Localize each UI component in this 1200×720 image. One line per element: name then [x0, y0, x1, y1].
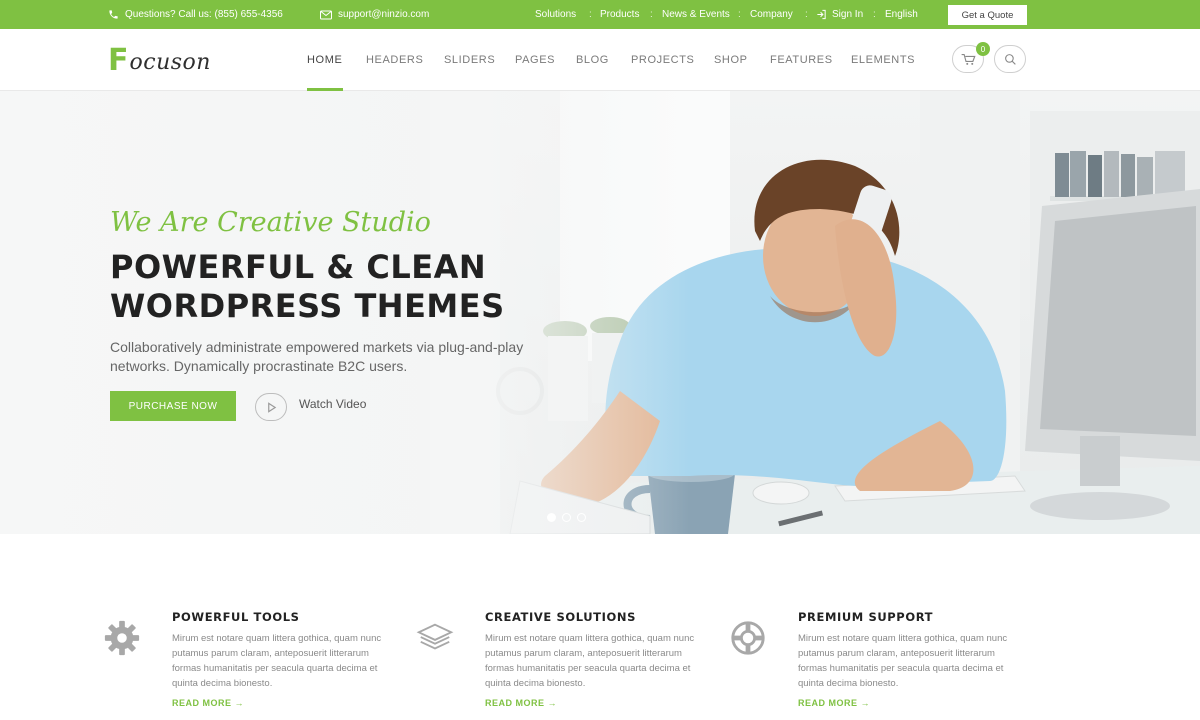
topbar-link-company[interactable]: Company [750, 0, 793, 29]
sign-in-link[interactable]: Sign In [816, 0, 863, 29]
slider-dot-1[interactable] [547, 513, 556, 522]
nav-sliders[interactable]: SLIDERS [444, 29, 495, 91]
phone-icon [109, 10, 118, 19]
top-bar: Questions? Call us: (855) 655-4356 suppo… [0, 0, 1200, 29]
nav-pages[interactable]: PAGES [515, 29, 555, 91]
read-more-label[interactable]: READ MORE [485, 698, 545, 708]
nav-features[interactable]: FEATURES [770, 29, 833, 91]
topbar-separator: : [738, 9, 741, 20]
feature-icon-wrap [102, 618, 142, 658]
main-header: F ocuson HOME HEADERS SLIDERS PAGES BLOG… [0, 29, 1200, 91]
slider-pagination [547, 513, 586, 522]
sign-in-icon [817, 9, 826, 20]
hero-title: POWERFUL & CLEAN WORDPRESS THEMES [110, 248, 530, 326]
layers-icon [416, 623, 454, 650]
topbar-separator: : [589, 9, 592, 20]
nav-shop[interactable]: SHOP [714, 29, 748, 91]
email-contact[interactable]: support@ninzio.com [320, 0, 429, 29]
read-more-label[interactable]: READ MORE [798, 698, 858, 708]
feature-text: Mirum est notare quam littera gothica, q… [172, 633, 382, 689]
play-icon [267, 401, 276, 413]
search-button[interactable] [994, 45, 1026, 73]
topbar-separator: : [873, 9, 876, 20]
slider-dot-3[interactable] [577, 513, 586, 522]
topbar-link-products[interactable]: Products [600, 0, 639, 29]
get-quote-button[interactable]: Get a Quote [948, 5, 1027, 25]
nav-projects[interactable]: PROJECTS [631, 29, 694, 91]
arrow-right-icon: → [234, 698, 245, 708]
logo-name: ocuson [129, 50, 211, 75]
language-selector[interactable]: English [885, 0, 918, 29]
logo-initial: F [108, 43, 129, 78]
hero-script-title: We Are Creative Studio [110, 207, 431, 238]
read-more-link[interactable]: READ MORE → [172, 698, 244, 708]
topbar-link-news-events[interactable]: News & Events [662, 0, 730, 29]
read-more-link[interactable]: READ MORE → [485, 698, 557, 708]
feature-icon-wrap [728, 618, 768, 658]
watch-video-link[interactable]: Watch Video [299, 397, 366, 411]
purchase-now-button[interactable]: PURCHASE NOW [110, 391, 236, 421]
play-video-button[interactable] [255, 393, 287, 421]
hero-text-block: We Are Creative Studio POWERFUL & CLEAN … [110, 207, 530, 376]
email-text[interactable]: support@ninzio.com [338, 9, 429, 20]
read-more-link[interactable]: READ MORE → [798, 698, 870, 708]
topbar-separator: : [650, 9, 653, 20]
nav-elements[interactable]: ELEMENTS [851, 29, 915, 91]
cart-count-badge: 0 [976, 42, 990, 56]
hero-slider: We Are Creative Studio POWERFUL & CLEAN … [0, 91, 1200, 534]
cart-icon [961, 53, 976, 65]
nav-home[interactable]: HOME [307, 29, 342, 91]
hero-title-line-2: WORDPRESS THEMES [110, 287, 505, 325]
hero-title-line-1: POWERFUL & CLEAN [110, 248, 487, 286]
feature-title: CREATIVE SOLUTIONS [485, 610, 636, 624]
hero-description: Collaboratively administrate empowered m… [110, 339, 524, 374]
topbar-link-solutions[interactable]: Solutions [535, 0, 576, 29]
sign-in-label[interactable]: Sign In [832, 9, 863, 20]
topbar-separator: : [805, 9, 808, 20]
read-more-label[interactable]: READ MORE [172, 698, 232, 708]
phone-contact: Questions? Call us: (855) 655-4356 [108, 0, 283, 29]
slider-dot-2[interactable] [562, 513, 571, 522]
feature-title: PREMIUM SUPPORT [798, 610, 934, 624]
gear-icon [104, 620, 140, 656]
nav-blog[interactable]: BLOG [576, 29, 609, 91]
arrow-right-icon: → [547, 698, 558, 708]
arrow-right-icon: → [860, 698, 871, 708]
feature-icon-wrap [415, 618, 455, 658]
phone-text: Questions? Call us: (855) 655-4356 [125, 9, 283, 20]
feature-title: POWERFUL TOOLS [172, 610, 300, 624]
site-logo[interactable]: F ocuson [108, 44, 211, 76]
search-icon [1004, 53, 1016, 65]
lifebuoy-icon [731, 621, 765, 655]
envelope-icon [320, 10, 332, 19]
feature-text: Mirum est notare quam littera gothica, q… [798, 633, 1008, 689]
nav-headers[interactable]: HEADERS [366, 29, 423, 91]
feature-text: Mirum est notare quam littera gothica, q… [485, 633, 695, 689]
